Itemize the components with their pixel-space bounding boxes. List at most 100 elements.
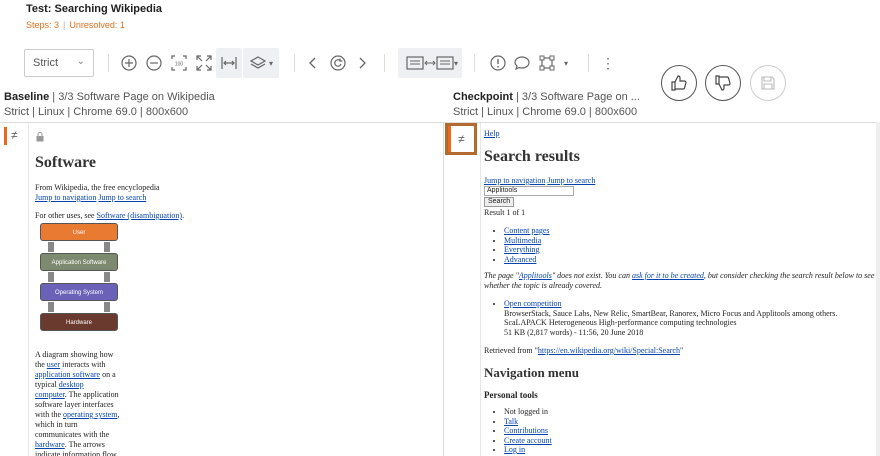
fit-width-icon[interactable] <box>216 48 242 78</box>
scrollbar[interactable] <box>876 122 880 456</box>
notice-text: " does not exist. You can <box>551 271 632 280</box>
filter-link[interactable]: Multimedia <box>504 236 541 245</box>
save-button[interactable] <box>750 65 786 101</box>
create-page-link[interactable]: ask for it to be created <box>632 271 704 280</box>
layers-icon[interactable]: ▾ <box>243 48 279 78</box>
save-icon <box>761 76 775 90</box>
caption-text: . The arrows <box>64 440 105 449</box>
caption-link[interactable]: user <box>47 360 60 369</box>
fit-icon[interactable] <box>193 48 215 78</box>
search-notice: The page "Applitools" does not exist. Yo… <box>484 271 876 291</box>
jump-links: Jump to navigation Jump to search <box>484 176 876 186</box>
caption-link[interactable]: operating system <box>63 410 117 419</box>
personal-tool-item[interactable]: Talk <box>504 417 876 427</box>
filter-link[interactable]: Everything <box>504 245 540 254</box>
toolbar: Strict ⌄ 100 ▾ ▾ ▾ ⋮ <box>0 48 880 80</box>
result-snippet: ScaLAPACK Heterogeneous High-performance… <box>504 318 737 327</box>
jump-to-search-link[interactable]: Jump to search <box>547 176 595 185</box>
more-icon[interactable]: ⋮ <box>600 48 616 78</box>
checkpoint-panel[interactable]: ≠ Help Search results Jump to navigation… <box>444 122 880 456</box>
retrieved-text: Retrieved from " <box>484 346 538 355</box>
chevron-down-icon[interactable]: ▾ <box>450 48 462 78</box>
divider <box>108 54 109 72</box>
search-button[interactable]: Search <box>484 197 515 207</box>
caption-text: interacts with <box>60 360 106 369</box>
zoom-in-icon[interactable] <box>118 48 140 78</box>
reject-button[interactable] <box>705 65 741 101</box>
comment-icon[interactable] <box>512 48 532 78</box>
checkpoint-label: Checkpoint <box>453 91 513 103</box>
caption-link[interactable]: hardware <box>35 440 65 449</box>
caption-text: software layer interfaces <box>35 400 114 409</box>
thumbs-up-icon <box>671 75 687 91</box>
personal-tool-link[interactable]: Create account <box>504 436 552 445</box>
caption-text: which in turn <box>35 420 78 429</box>
caption-text: indicate information flow. <box>35 450 119 456</box>
diagram-user: User <box>40 223 118 241</box>
filter-link[interactable]: Advanced <box>504 255 536 264</box>
caption-text: on a <box>100 370 116 379</box>
personal-tool-item[interactable]: Contributions <box>504 426 876 436</box>
checkpoint-title: 3/3 Software Page on ... <box>521 91 640 103</box>
arrow-icon <box>104 272 110 282</box>
hatnote: For other uses, see Software (disambigua… <box>35 211 185 220</box>
diff-marker[interactable]: ≠ <box>4 127 26 145</box>
chevron-down-icon: ▾ <box>268 58 273 68</box>
applitools-link[interactable]: Applitools <box>519 271 552 280</box>
checkpoint-meta: Strict | Linux | Chrome 69.0 | 800x600 <box>453 106 638 118</box>
match-level-select[interactable]: Strict ⌄ <box>24 49 94 77</box>
jump-to-navigation-link[interactable]: Jump to navigation <box>484 176 545 185</box>
personal-tool-link[interactable]: Contributions <box>504 426 548 435</box>
retrieved-text: " <box>679 346 684 355</box>
baseline-panel[interactable]: ≠ Software From Wikipedia, the free ency… <box>0 122 444 456</box>
jump-to-navigation-link[interactable]: Jump to navigation <box>35 193 96 202</box>
caption-link[interactable]: computer <box>35 390 65 399</box>
accept-button[interactable] <box>661 65 697 101</box>
personal-tools-heading: Personal tools <box>484 390 538 400</box>
personal-tool-item[interactable]: Log in <box>504 445 876 455</box>
personal-tool-link[interactable]: Talk <box>504 417 518 426</box>
divider <box>294 54 295 72</box>
search-input[interactable]: Applitools <box>484 186 574 196</box>
filter-item: Everything <box>504 245 876 255</box>
lock-icon <box>36 129 44 142</box>
refresh-icon[interactable] <box>327 48 349 78</box>
chevron-down-icon[interactable]: ▾ <box>560 48 572 78</box>
svg-text:100: 100 <box>175 62 184 68</box>
diagram-os: Operating System <box>40 283 118 301</box>
caption-text: . The application <box>64 390 119 399</box>
personal-tool-link[interactable]: Log in <box>504 445 525 454</box>
test-title: Test: Searching Wikipedia <box>26 3 163 15</box>
disambiguation-link[interactable]: Software (disambiguation) <box>97 211 183 220</box>
help-link[interactable]: Help <box>484 129 500 138</box>
retrieved-link[interactable]: https://en.wikipedia.org/wiki/Special:Se… <box>538 346 680 355</box>
divider <box>474 54 475 72</box>
caption-link[interactable]: application software <box>35 370 100 379</box>
caption-text: communicates with the <box>35 430 110 439</box>
arrow-icon <box>48 272 54 282</box>
caption-link[interactable]: desktop <box>59 380 84 389</box>
diff-marker[interactable]: ≠ <box>445 123 477 155</box>
zoom-out-icon[interactable] <box>143 48 165 78</box>
search-results: Open competition BrowserStack, Sauce Lab… <box>484 299 876 337</box>
actual-size-icon[interactable]: 100 <box>168 48 190 78</box>
caption-text: with the <box>35 410 63 419</box>
unresolved-count: Unresolved: 1 <box>69 20 125 30</box>
arrow-icon <box>48 302 54 312</box>
filter-link[interactable]: Content pages <box>504 226 550 235</box>
next-icon[interactable] <box>352 48 372 78</box>
result-title-link[interactable]: Open competition <box>504 299 562 308</box>
personal-tools: Not logged inTalkContributionsCreate acc… <box>484 407 876 455</box>
personal-tool-item: Not logged in <box>504 407 876 417</box>
prev-icon[interactable] <box>303 48 323 78</box>
search-result: Open competition BrowserStack, Sauce Lab… <box>504 299 876 337</box>
notice-text: The page " <box>484 271 519 280</box>
region-icon[interactable] <box>536 48 558 78</box>
divider: | <box>63 20 66 30</box>
tagline: From Wikipedia, the free encyclopedia <box>35 183 160 192</box>
result-meta: 51 KB (2,817 words) - 11:56, 20 June 201… <box>504 327 644 337</box>
diagram-hardware: Hardware <box>40 313 118 331</box>
issue-icon[interactable] <box>488 48 508 78</box>
jump-to-search-link[interactable]: Jump to search <box>98 193 146 202</box>
personal-tool-item[interactable]: Create account <box>504 436 876 446</box>
